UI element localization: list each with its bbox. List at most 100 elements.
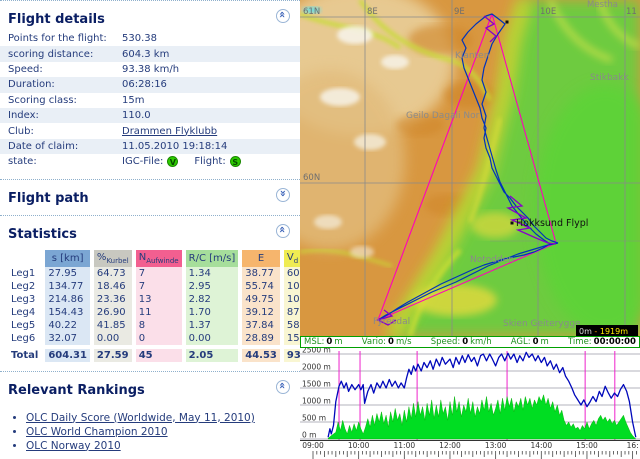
stats-column-header: %Kurbel [94, 250, 132, 267]
y-axis-label: 0 m [302, 431, 316, 440]
collapse-flight-details-button[interactable]: « [276, 9, 290, 23]
stats-value-cell: 23.36 [94, 293, 132, 306]
status-unit: m [334, 337, 342, 347]
detail-row: Club:Drammen Flyklubb [0, 123, 300, 138]
ranking-link[interactable]: OLC Daily Score (Worldwide, May 11, 2010… [26, 412, 255, 424]
detail-label: Date of claim: [0, 141, 122, 152]
detail-row: Speed:93.38 km/h [0, 62, 300, 77]
status-value: 0 [533, 337, 539, 347]
stats-value-cell: 2.05 [186, 349, 239, 362]
flight-map-viewer[interactable]: 61N8E9E10E1160NMesthaKlantenStikbakkGeil… [300, 0, 640, 336]
x-axis-label: 13:00 [485, 441, 507, 450]
detail-value: 15m [122, 95, 300, 106]
turnpoint-marker [506, 21, 509, 24]
status-value: 0 [462, 337, 468, 347]
stats-value-cell: 40.22 [45, 319, 90, 332]
status-unit: m [541, 337, 549, 347]
y-axis-label: 2000 m [302, 363, 331, 372]
stats-row: Leg3214.8623.36132.8249.75103.32 [8, 293, 337, 306]
stats-value-cell: 32.07 [45, 332, 90, 345]
olc-flight-page: Flight details « Points for the flight:5… [0, 0, 640, 459]
barogram-viewer[interactable]: 2500 m2000 m1500 m1000 m500 m0 m09:0010:… [300, 348, 640, 459]
turnpoint-marker [511, 222, 514, 225]
stats-value-cell: 39.12 [242, 306, 280, 319]
stats-value-cell: 7 [136, 267, 182, 280]
ranking-link[interactable]: OLC World Champion 2010 [26, 426, 168, 438]
x-axis-label: 10:00 [348, 441, 370, 450]
stats-value-cell: 7 [136, 280, 182, 293]
grid-label: 10E [540, 7, 556, 17]
collapse-rankings-button[interactable]: « [276, 380, 290, 394]
expand-flight-path-button[interactable]: « [276, 188, 290, 202]
place-label: Notodden [470, 255, 514, 265]
status-value: 0 [326, 337, 332, 347]
stats-value-cell: 27.59 [94, 349, 132, 362]
panel-bottom-divider [0, 454, 300, 459]
stats-row: Leg632.070.0000.0028.89151.91 [8, 332, 337, 345]
flight-info-panel: Flight details « Points for the flight:5… [0, 0, 300, 459]
igc-file-label: IGC-File: [122, 156, 163, 167]
leg-name-cell: Leg2 [8, 280, 41, 293]
stats-column-header: R/C [m/s] [186, 250, 239, 267]
section-flight-path: Flight path « [0, 179, 300, 210]
flight-status-icon: S [230, 156, 241, 167]
stats-value-cell: 64.73 [94, 267, 132, 280]
ranking-link[interactable]: OLC Norway 2010 [26, 440, 121, 452]
stats-row: Leg127.9564.7371.3438.7760.77 [8, 267, 337, 280]
detail-value: 06:28:16 [122, 79, 300, 90]
club-link[interactable]: Drammen Flyklubb [122, 126, 217, 137]
stats-value-cell: 154.43 [45, 306, 90, 319]
barogram-chart[interactable]: 2500 m2000 m1500 m1000 m500 m0 m09:0010:… [300, 348, 640, 459]
status-label: Time: [568, 337, 592, 347]
stats-value-cell: 604.31 [45, 349, 90, 362]
stats-value-cell: 214.86 [45, 293, 90, 306]
stats-value-cell: 26.90 [94, 306, 132, 319]
stats-value-cell: 49.75 [242, 293, 280, 306]
grid-label: 11 [626, 7, 637, 17]
stats-value-cell: 44.53 [242, 349, 280, 362]
x-axis-label: 12:00 [439, 441, 461, 450]
y-axis-label: 1000 m [302, 397, 331, 406]
stats-row: Leg4154.4326.90111.7039.1287.36 [8, 306, 337, 319]
stats-column-header: E [242, 250, 280, 267]
status-value: 00:00:00 [594, 337, 636, 347]
status-label: MSL: [304, 337, 324, 347]
stats-value-cell: 55.74 [242, 280, 280, 293]
grid-label: 61N [303, 7, 320, 17]
detail-row: Date of claim:11.05.2010 19:18:14 [0, 139, 300, 154]
detail-value: 110.0 [122, 110, 300, 121]
stats-column-header: s [km] [45, 250, 90, 267]
status-item: Speed:0km/h [431, 337, 492, 347]
detail-value[interactable]: Drammen Flyklubb [122, 126, 300, 137]
leg-name-cell: Leg4 [8, 306, 41, 319]
stats-row: Leg2134.7718.4672.9555.74106.63 [8, 280, 337, 293]
stats-value-cell: 2.82 [186, 293, 239, 306]
grid-label: 60N [303, 173, 320, 183]
rankings-title: Relevant Rankings [8, 383, 145, 398]
section-rankings: Relevant Rankings « OLC Daily Score (Wor… [0, 371, 300, 459]
detail-label: Club: [0, 126, 122, 137]
elevation-scale-label: 0m - 1919m [579, 327, 628, 336]
place-label: Hokksund Flypl [516, 218, 588, 229]
leg-name-cell: Leg5 [8, 319, 41, 332]
status-unit: km/h [470, 337, 491, 347]
flight-details-rows: Points for the flight:530.38scoring dist… [0, 31, 300, 170]
stats-value-cell: 134.77 [45, 280, 90, 293]
place-label: Skien Geiterygge [503, 319, 581, 329]
flight-map[interactable]: 61N8E9E10E1160NMesthaKlantenStikbakkGeil… [300, 0, 640, 336]
x-axis-label: 09:00 [302, 441, 324, 450]
stats-value-cell: 18.46 [94, 280, 132, 293]
stats-value-cell: 45 [136, 349, 182, 362]
statistics-title: Statistics [8, 227, 77, 242]
collapse-statistics-button[interactable]: « [276, 224, 290, 238]
stats-value-cell: 11 [136, 306, 182, 319]
stats-value-cell: 37.84 [242, 319, 280, 332]
stats-value-cell: 8 [136, 319, 182, 332]
status-item: Time:00:00:00 [568, 337, 636, 347]
stats-value-cell: 1.34 [186, 267, 239, 280]
place-label: Stikbakk [590, 73, 629, 83]
state-row: state:IGC-File:VFlight:S [0, 154, 300, 169]
grid-label: 8E [367, 7, 378, 17]
rankings-list: OLC Daily Score (Worldwide, May 11, 2010… [26, 412, 300, 452]
flight-details-title: Flight details [8, 12, 105, 27]
